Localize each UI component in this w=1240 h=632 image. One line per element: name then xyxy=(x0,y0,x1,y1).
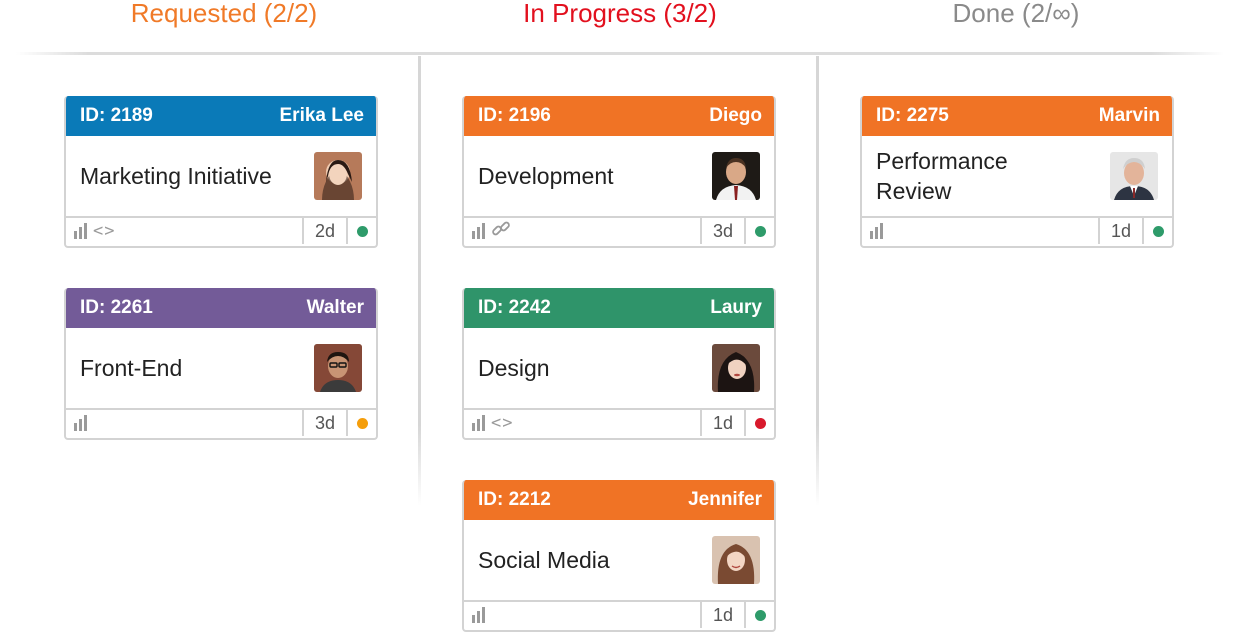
card-header: ID: 2196 Diego xyxy=(464,96,774,136)
bars-icon[interactable] xyxy=(472,415,485,431)
card-footer: 3d xyxy=(464,218,774,244)
duration-badge: 3d xyxy=(700,218,746,244)
link-icon[interactable] xyxy=(491,220,511,242)
column-header-in-progress: In Progress (3/2) xyxy=(523,0,717,28)
card-header: ID: 2261 Walter xyxy=(66,288,376,328)
task-card-2242[interactable]: ID: 2242 Laury Design <> 1d xyxy=(462,288,776,440)
task-card-2261[interactable]: ID: 2261 Walter Front-End 3d xyxy=(64,288,378,440)
code-icon[interactable]: <> xyxy=(491,413,513,433)
card-title: Marketing Initiative xyxy=(80,163,272,189)
duration-badge: 1d xyxy=(700,410,746,436)
card-id: ID: 2189 xyxy=(80,105,153,126)
card-footer: <> 2d xyxy=(66,218,376,244)
card-body: Front-End xyxy=(66,328,376,410)
status-indicator xyxy=(1144,218,1172,244)
status-indicator xyxy=(348,410,376,436)
card-header: ID: 2242 Laury xyxy=(464,288,774,328)
card-title: Development xyxy=(478,163,614,189)
status-dot xyxy=(754,417,766,429)
duration-badge: 3d xyxy=(302,410,348,436)
card-assignee: Marvin xyxy=(1098,105,1160,126)
card-assignee: Jennifer xyxy=(688,489,762,510)
card-tools xyxy=(464,607,700,623)
card-assignee: Erika Lee xyxy=(279,105,365,126)
card-footer: <> 1d xyxy=(464,410,774,436)
card-body: Development xyxy=(464,136,774,218)
status-indicator xyxy=(348,218,376,244)
task-card-2212[interactable]: ID: 2212 Jennifer Social Media 1d xyxy=(462,480,776,632)
card-body: Social Media xyxy=(464,520,774,602)
status-indicator xyxy=(746,218,774,244)
status-indicator xyxy=(746,602,774,628)
card-header: ID: 2212 Jennifer xyxy=(464,480,774,520)
card-assignee: Walter xyxy=(306,297,364,318)
card-title: Performance Review xyxy=(876,148,1008,204)
card-tools: <> xyxy=(66,221,302,241)
card-tools: <> xyxy=(464,413,700,433)
card-footer: 1d xyxy=(464,602,774,628)
card-assignee: Laury xyxy=(710,297,762,318)
status-dot xyxy=(754,225,766,237)
column-header-done: Done (2/∞) xyxy=(952,0,1080,28)
card-id: ID: 2242 xyxy=(478,297,551,318)
card-body: Performance Review xyxy=(862,136,1172,218)
avatar xyxy=(712,344,760,392)
status-dot xyxy=(1152,225,1164,237)
card-id: ID: 2196 xyxy=(478,105,551,126)
card-header: ID: 2189 Erika Lee xyxy=(66,96,376,136)
column-divider xyxy=(418,56,421,506)
card-footer: 3d xyxy=(66,410,376,436)
card-tools xyxy=(66,415,302,431)
header-divider xyxy=(16,52,1224,55)
avatar xyxy=(314,344,362,392)
task-card-2275[interactable]: ID: 2275 Marvin Performance Review 1d xyxy=(860,96,1174,248)
duration-badge: 1d xyxy=(700,602,746,628)
card-title: Design xyxy=(478,355,550,381)
card-header: ID: 2275 Marvin xyxy=(862,96,1172,136)
avatar xyxy=(712,536,760,584)
card-tools xyxy=(464,220,700,242)
card-title: Social Media xyxy=(478,547,610,573)
card-tools xyxy=(862,223,1098,239)
duration-badge: 1d xyxy=(1098,218,1144,244)
status-dot xyxy=(754,609,766,621)
card-id: ID: 2212 xyxy=(478,489,551,510)
status-dot xyxy=(356,417,368,429)
task-card-2189[interactable]: ID: 2189 Erika Lee Marketing Initiative … xyxy=(64,96,378,248)
duration-badge: 2d xyxy=(302,218,348,244)
status-indicator xyxy=(746,410,774,436)
code-icon[interactable]: <> xyxy=(93,221,115,241)
avatar xyxy=(712,152,760,200)
bars-icon[interactable] xyxy=(870,223,883,239)
card-assignee: Diego xyxy=(709,105,762,126)
bars-icon[interactable] xyxy=(74,223,87,239)
bars-icon[interactable] xyxy=(472,607,485,623)
card-id: ID: 2275 xyxy=(876,105,949,126)
bars-icon[interactable] xyxy=(74,415,87,431)
task-card-2196[interactable]: ID: 2196 Diego Development 3d xyxy=(462,96,776,248)
bars-icon[interactable] xyxy=(472,223,485,239)
status-dot xyxy=(356,225,368,237)
card-body: Design xyxy=(464,328,774,410)
card-body: Marketing Initiative xyxy=(66,136,376,218)
column-divider xyxy=(816,56,819,506)
avatar xyxy=(1110,152,1158,200)
column-header-requested: Requested (2/2) xyxy=(130,0,318,28)
card-footer: 1d xyxy=(862,218,1172,244)
card-title: Front-End xyxy=(80,355,183,381)
avatar xyxy=(314,152,362,200)
card-id: ID: 2261 xyxy=(80,297,153,318)
